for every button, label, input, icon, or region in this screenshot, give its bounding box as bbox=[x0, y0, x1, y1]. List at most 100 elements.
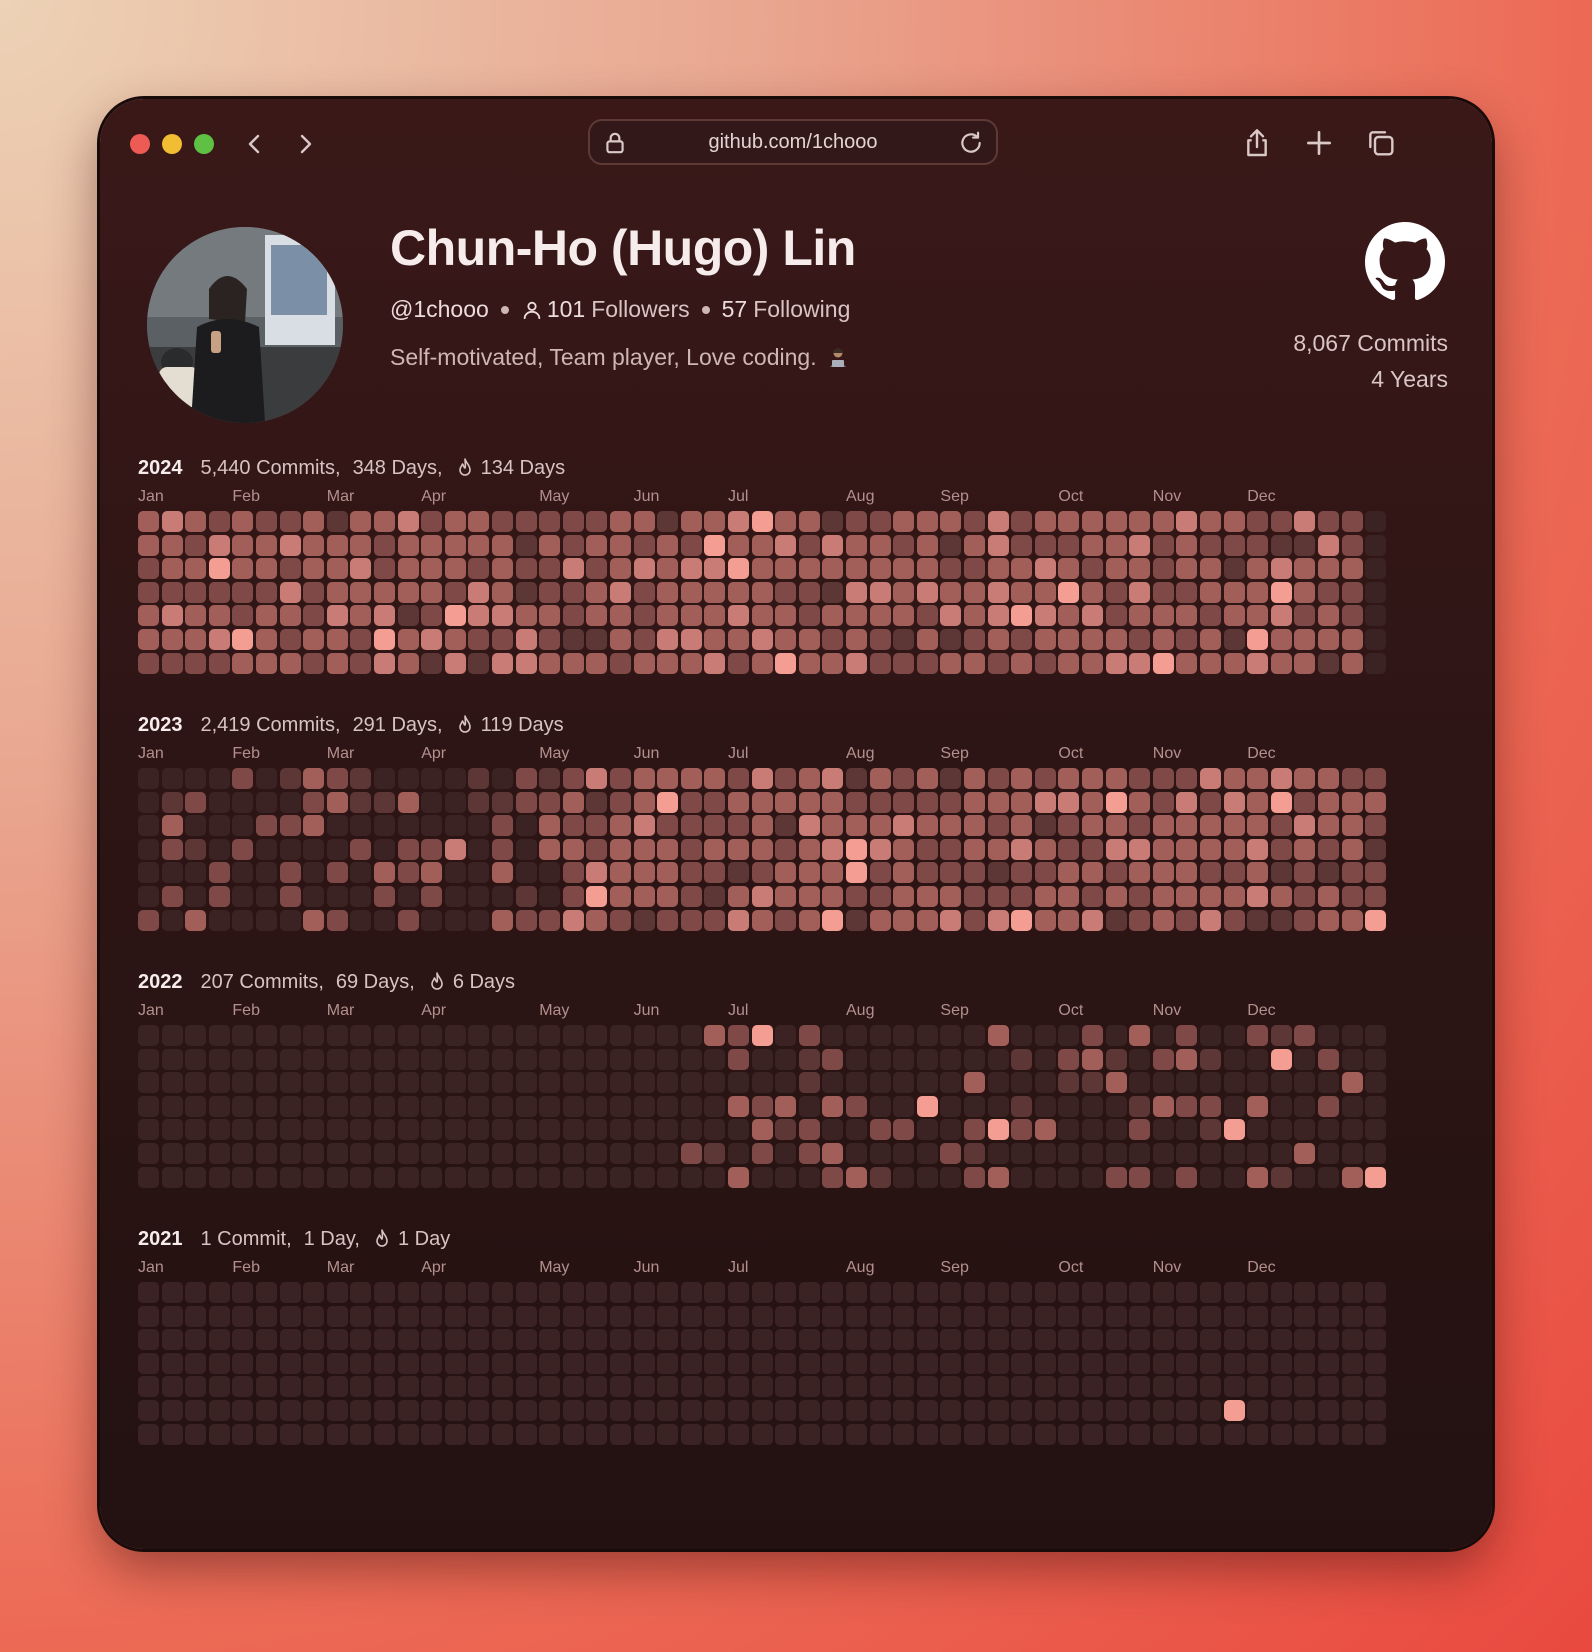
contribution-cell[interactable] bbox=[374, 1282, 395, 1303]
contribution-cell[interactable] bbox=[940, 581, 962, 603]
contribution-cell[interactable] bbox=[161, 909, 183, 931]
contribution-cell[interactable] bbox=[822, 581, 844, 603]
contribution-cell[interactable] bbox=[492, 1423, 513, 1445]
contribution-cell[interactable] bbox=[657, 1423, 679, 1445]
contribution-cell[interactable] bbox=[350, 1352, 372, 1374]
contribution-cell[interactable] bbox=[586, 838, 608, 860]
contribution-cell[interactable] bbox=[208, 1352, 230, 1374]
contribution-cell[interactable] bbox=[846, 1305, 867, 1327]
contribution-cell[interactable] bbox=[515, 1305, 537, 1327]
contribution-cell[interactable] bbox=[586, 909, 608, 931]
contribution-cell[interactable] bbox=[586, 534, 608, 556]
contribution-cell[interactable] bbox=[916, 1376, 938, 1398]
contribution-cell[interactable] bbox=[350, 791, 372, 813]
contribution-cell[interactable] bbox=[1247, 1400, 1269, 1421]
contribution-cell[interactable] bbox=[704, 1305, 726, 1327]
contribution-cell[interactable] bbox=[987, 909, 1009, 931]
contribution-cell[interactable] bbox=[1270, 558, 1292, 580]
contribution-cell[interactable] bbox=[350, 534, 372, 556]
contribution-cell[interactable] bbox=[185, 838, 207, 860]
contribution-cell[interactable] bbox=[515, 581, 537, 603]
contribution-cell[interactable] bbox=[374, 1376, 395, 1398]
contribution-cell[interactable] bbox=[1082, 1095, 1103, 1117]
contribution-cell[interactable] bbox=[964, 1072, 985, 1094]
contribution-cell[interactable] bbox=[515, 1025, 537, 1046]
contribution-cell[interactable] bbox=[374, 768, 395, 789]
contribution-cell[interactable] bbox=[562, 909, 584, 931]
contribution-cell[interactable] bbox=[232, 1376, 254, 1398]
contribution-cell[interactable] bbox=[232, 1048, 254, 1070]
contribution-cell[interactable] bbox=[657, 1305, 679, 1327]
contribution-cell[interactable] bbox=[562, 791, 584, 813]
contribution-cell[interactable] bbox=[775, 768, 797, 789]
contribution-cell[interactable] bbox=[1082, 1352, 1103, 1374]
contribution-cell[interactable] bbox=[539, 1119, 561, 1141]
contribution-cell[interactable] bbox=[468, 1166, 490, 1188]
contribution-cell[interactable] bbox=[138, 1352, 159, 1374]
contribution-cell[interactable] bbox=[185, 815, 207, 837]
contribution-cell[interactable] bbox=[940, 1305, 962, 1327]
contribution-cell[interactable] bbox=[232, 1025, 254, 1046]
contribution-cell[interactable] bbox=[1200, 1025, 1221, 1046]
contribution-cell[interactable] bbox=[1034, 558, 1056, 580]
contribution-cell[interactable] bbox=[586, 652, 608, 674]
contribution-cell[interactable] bbox=[515, 815, 537, 837]
contribution-cell[interactable] bbox=[1341, 1400, 1363, 1421]
contribution-cell[interactable] bbox=[1318, 791, 1339, 813]
contribution-cell[interactable] bbox=[964, 1423, 985, 1445]
contribution-cell[interactable] bbox=[869, 629, 891, 650]
contribution-cell[interactable] bbox=[444, 1048, 466, 1070]
contribution-cell[interactable] bbox=[1011, 768, 1033, 789]
contribution-cell[interactable] bbox=[1294, 1119, 1316, 1141]
contribution-cell[interactable] bbox=[350, 1095, 372, 1117]
contribution-cell[interactable] bbox=[869, 815, 891, 837]
contribution-cell[interactable] bbox=[1294, 511, 1316, 532]
contribution-cell[interactable] bbox=[657, 1352, 679, 1374]
contribution-cell[interactable] bbox=[846, 1376, 867, 1398]
contribution-cell[interactable] bbox=[869, 1282, 891, 1303]
contribution-cell[interactable] bbox=[775, 1095, 797, 1117]
contribution-cell[interactable] bbox=[350, 768, 372, 789]
contribution-cell[interactable] bbox=[610, 1025, 631, 1046]
contribution-cell[interactable] bbox=[1247, 1166, 1269, 1188]
contribution-cell[interactable] bbox=[515, 1072, 537, 1094]
contribution-cell[interactable] bbox=[350, 1423, 372, 1445]
contribution-cell[interactable] bbox=[303, 1352, 325, 1374]
contribution-cell[interactable] bbox=[185, 1048, 207, 1070]
contribution-cell[interactable] bbox=[987, 838, 1009, 860]
contribution-cell[interactable] bbox=[1365, 1048, 1387, 1070]
contribution-cell[interactable] bbox=[492, 1048, 513, 1070]
contribution-cell[interactable] bbox=[657, 1166, 679, 1188]
contribution-cell[interactable] bbox=[751, 1376, 773, 1398]
contribution-cell[interactable] bbox=[964, 791, 985, 813]
contribution-cell[interactable] bbox=[704, 1329, 726, 1351]
contribution-cell[interactable] bbox=[1176, 862, 1198, 884]
contribution-cell[interactable] bbox=[421, 791, 443, 813]
contribution-cell[interactable] bbox=[138, 1329, 159, 1351]
contribution-cell[interactable] bbox=[468, 1376, 490, 1398]
contribution-cell[interactable] bbox=[704, 605, 726, 627]
contribution-cell[interactable] bbox=[161, 886, 183, 907]
contribution-cell[interactable] bbox=[444, 558, 466, 580]
contribution-cell[interactable] bbox=[138, 815, 159, 837]
contribution-cell[interactable] bbox=[610, 862, 631, 884]
contribution-cell[interactable] bbox=[1176, 1400, 1198, 1421]
contribution-cell[interactable] bbox=[397, 838, 419, 860]
contribution-cell[interactable] bbox=[1152, 1423, 1174, 1445]
contribution-cell[interactable] bbox=[326, 605, 348, 627]
contribution-cell[interactable] bbox=[586, 1423, 608, 1445]
contribution-cell[interactable] bbox=[869, 1400, 891, 1421]
contribution-cell[interactable] bbox=[728, 605, 749, 627]
contribution-cell[interactable] bbox=[657, 1095, 679, 1117]
contribution-cell[interactable] bbox=[940, 1400, 962, 1421]
contribution-cell[interactable] bbox=[279, 791, 301, 813]
contribution-cell[interactable] bbox=[539, 791, 561, 813]
contribution-cell[interactable] bbox=[633, 1423, 655, 1445]
contribution-cell[interactable] bbox=[161, 1119, 183, 1141]
contribution-cell[interactable] bbox=[397, 1072, 419, 1094]
contribution-cell[interactable] bbox=[421, 629, 443, 650]
contribution-cell[interactable] bbox=[1365, 768, 1387, 789]
contribution-cell[interactable] bbox=[586, 1119, 608, 1141]
contribution-cell[interactable] bbox=[1200, 815, 1221, 837]
contribution-cell[interactable] bbox=[1341, 1282, 1363, 1303]
